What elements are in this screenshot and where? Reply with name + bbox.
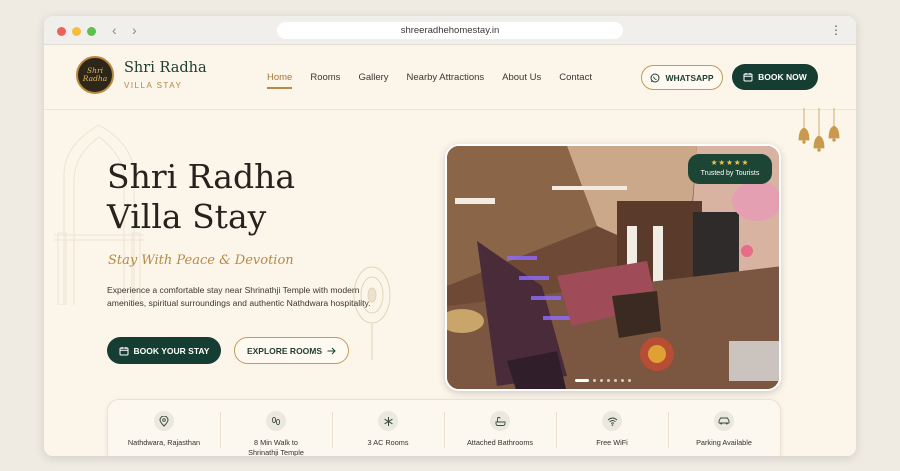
whatsapp-icon: [650, 73, 660, 82]
nav-item-about-us[interactable]: About Us: [502, 72, 541, 83]
snowflake-icon: [378, 411, 398, 431]
feature-label-line-2: Shrinathji Temple: [248, 448, 304, 456]
carousel-dot-4[interactable]: [607, 379, 610, 382]
map-pin-icon: [154, 411, 174, 431]
whatsapp-label: WHATSAPP: [665, 72, 714, 83]
feature-label: Attached Bathrooms: [466, 438, 534, 447]
brand-name[interactable]: Shri Radha: [124, 60, 207, 76]
trusted-badge-text: Trusted by Tourists: [700, 170, 760, 177]
book-now-button[interactable]: BOOK NOW: [732, 64, 818, 90]
main-nav: Home Rooms Gallery Nearby Attractions Ab…: [267, 72, 592, 83]
more-options-icon[interactable]: ⋮: [830, 23, 842, 37]
feature-label: 3 AC Rooms: [367, 438, 409, 447]
temple-bells-decoration: [798, 108, 840, 152]
book-your-stay-label: BOOK YOUR STAY: [133, 345, 210, 356]
carousel-dot-2[interactable]: [593, 379, 596, 382]
wifi-icon: [602, 411, 622, 431]
hero-title-line-2: Villa Stay: [107, 197, 267, 236]
feature-temple-walk: 8 Min Walk to Shrinathji Temple: [220, 400, 332, 456]
hero-title-line-1: Shri Radha: [107, 157, 296, 196]
book-your-stay-button[interactable]: BOOK YOUR STAY: [107, 337, 221, 364]
hero-room-photo[interactable]: ★★★★★ Trusted by Tourists: [445, 144, 781, 391]
feature-label: 8 Min Walk to Shrinathji Temple: [248, 438, 304, 456]
calendar-icon: [743, 73, 753, 82]
carousel-dot-5[interactable]: [614, 379, 617, 382]
explore-rooms-button[interactable]: EXPLORE ROOMS: [234, 337, 349, 364]
feature-location: Nathdwara, Rajasthan: [108, 400, 220, 456]
trusted-badge: ★★★★★ Trusted by Tourists: [688, 154, 772, 184]
logo[interactable]: Shri Radha: [76, 56, 114, 94]
feature-label: Free WiFi: [596, 438, 628, 447]
feature-bathrooms: Attached Bathrooms: [444, 400, 556, 456]
active-nav-underline: [267, 87, 292, 89]
browser-window: ‹ › shreeradhehomestay.in ⋮ Shri Radha S…: [44, 16, 856, 456]
nav-item-gallery[interactable]: Gallery: [358, 72, 388, 83]
feature-parking: Parking Available: [668, 400, 780, 456]
features-bar: Nathdwara, Rajasthan 8 Min Walk to Shrin…: [107, 399, 781, 456]
site-header: Shri Radha Shri Radha VILLA STAY Home Ro…: [44, 45, 856, 110]
close-window-button[interactable]: [57, 27, 66, 36]
maximize-window-button[interactable]: [87, 27, 96, 36]
feature-label: Parking Available: [696, 438, 752, 447]
hero-title: Shri Radha Villa Stay: [107, 157, 377, 237]
address-bar[interactable]: shreeradhehomestay.in: [277, 22, 623, 39]
brand-subtitle: VILLA STAY: [124, 81, 183, 90]
carousel-dot-1[interactable]: [575, 379, 589, 382]
minimize-window-button[interactable]: [72, 27, 81, 36]
carousel-indicators: [575, 379, 631, 382]
bathtub-icon: [490, 411, 510, 431]
feature-label: Nathdwara, Rajasthan: [127, 438, 201, 447]
rating-stars-icon: ★★★★★: [710, 158, 750, 167]
forward-arrow-icon[interactable]: ›: [132, 22, 137, 38]
book-now-label: BOOK NOW: [758, 72, 807, 82]
nav-item-home[interactable]: Home: [267, 72, 292, 83]
lotus-pillar-decoration: [353, 266, 391, 360]
footsteps-icon: [266, 411, 286, 431]
nav-item-nearby-attractions[interactable]: Nearby Attractions: [407, 72, 485, 83]
explore-rooms-label: EXPLORE ROOMS: [246, 345, 323, 356]
feature-ac-rooms: 3 AC Rooms: [332, 400, 444, 456]
carousel-dot-6[interactable]: [621, 379, 624, 382]
website: Shri Radha Shri Radha VILLA STAY Home Ro…: [44, 45, 856, 456]
car-icon: [714, 411, 734, 431]
whatsapp-button[interactable]: WHATSAPP: [641, 65, 723, 90]
feature-wifi: Free WiFi: [556, 400, 668, 456]
browser-titlebar: ‹ › shreeradhehomestay.in ⋮: [44, 16, 856, 45]
arrow-right-icon: [327, 347, 336, 354]
hero-description: Experience a comfortable stay near Shrin…: [107, 285, 371, 308]
feature-label-line-1: 8 Min Walk to: [254, 438, 298, 447]
calendar-icon: [119, 346, 129, 355]
nav-item-rooms[interactable]: Rooms: [310, 72, 340, 83]
back-arrow-icon[interactable]: ‹: [112, 22, 117, 38]
carousel-dot-3[interactable]: [600, 379, 603, 382]
carousel-dot-7[interactable]: [628, 379, 631, 382]
nav-item-contact[interactable]: Contact: [559, 72, 592, 83]
hero-tagline: Stay With Peace & Devotion: [108, 253, 294, 268]
